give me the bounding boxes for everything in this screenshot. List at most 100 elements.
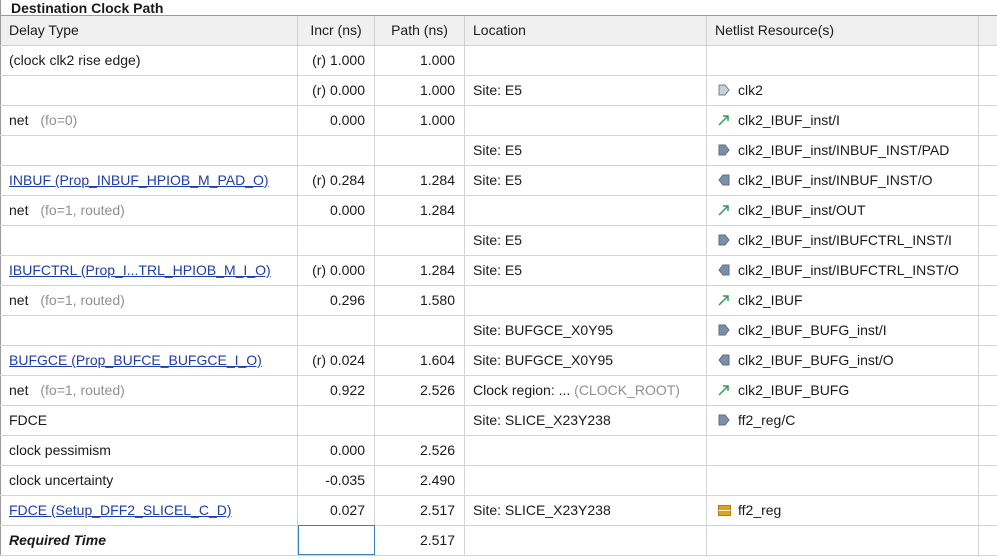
delay-type-text: (clock clk2 rise edge) — [9, 52, 141, 68]
delay-type-link[interactable]: FDCE (Setup_DFF2_SLICEL_C_D) — [2, 502, 240, 518]
table-row[interactable]: clock pessimism 0.000 2.526 — [0, 435, 997, 466]
table-row[interactable]: IBUFCTRL (Prop_I...TRL_HPIOB_M_I_O) (r) 0… — [0, 255, 997, 286]
netlist-resource-name[interactable]: clk2_IBUF_BUFG — [738, 382, 849, 398]
location-cell: Site: E5 — [464, 165, 707, 196]
delay-type-text: net — [9, 202, 29, 218]
port-icon — [717, 83, 731, 97]
table-row[interactable]: INBUF (Prop_INBUF_HPIOB_M_PAD_O) (r) 0.28… — [0, 165, 997, 196]
netlist-resource-name[interactable]: clk2_IBUF_inst/INBUF_INST/O — [738, 172, 933, 188]
location-cell: Site: SLICE_X23Y238 — [464, 405, 707, 436]
netlist-resource-name[interactable]: clk2_IBUF_inst/INBUF_INST/PAD — [738, 142, 949, 158]
path-cell — [374, 315, 465, 346]
netlist-resource-cell[interactable]: clk2_IBUF_inst/IBUFCTRL_INST/O — [706, 255, 979, 286]
netlist-resource-name[interactable]: clk2_IBUF_inst/I — [738, 112, 840, 128]
delay-type-link[interactable]: BUFGCE (Prop_BUFCE_BUFGCE_I_O) — [2, 352, 270, 368]
path-cell: 2.517 — [374, 495, 465, 526]
filler-cell — [978, 225, 997, 256]
column-header-delay-type[interactable]: Delay Type — [0, 16, 298, 46]
location-cell — [464, 45, 707, 76]
table-row[interactable]: Site: E5 clk2_IBUF_inst/INBUF_INST/PAD — [0, 135, 997, 166]
netlist-resource-cell[interactable]: clk2_IBUF_inst/IBUFCTRL_INST/I — [706, 225, 979, 256]
table-row[interactable]: Site: E5 clk2_IBUF_inst/IBUFCTRL_INST/I — [0, 225, 997, 256]
table-row[interactable]: FDCE Site: SLICE_X23Y238 ff2_reg/C — [0, 405, 997, 436]
incr-cell: (r) 0.284 — [297, 165, 375, 196]
output-pin-icon — [717, 263, 731, 277]
table-row[interactable]: BUFGCE (Prop_BUFCE_BUFGCE_I_O) (r) 0.024 1… — [0, 345, 997, 376]
delay-type-cell[interactable]: BUFGCE (Prop_BUFCE_BUFGCE_I_O) — [0, 345, 298, 376]
netlist-resource-cell[interactable]: ff2_reg/C — [706, 405, 979, 436]
netlist-resource-cell[interactable]: clk2_IBUF_BUFG_inst/O — [706, 345, 979, 376]
column-header-path[interactable]: Path (ns) — [374, 16, 465, 46]
filler-cell — [978, 135, 997, 166]
column-header-incr[interactable]: Incr (ns) — [297, 16, 375, 46]
netlist-resource-name[interactable]: clk2_IBUF_BUFG_inst/O — [738, 352, 894, 368]
net-icon — [717, 293, 731, 307]
path-cell — [374, 135, 465, 166]
table-row[interactable]: (r) 0.000 1.000 Site: E5 clk2 — [0, 75, 997, 106]
netlist-resource-name[interactable]: ff2_reg/C — [738, 412, 795, 428]
delay-type-cell[interactable]: INBUF (Prop_INBUF_HPIOB_M_PAD_O) — [0, 165, 298, 196]
location-cell — [464, 105, 707, 136]
netlist-resource-cell[interactable]: clk2_IBUF_inst/I — [706, 105, 979, 136]
delay-type-text — [2, 232, 18, 248]
netlist-resource-name[interactable]: ff2_reg — [738, 502, 781, 518]
netlist-resource-cell[interactable]: clk2_IBUF_inst/OUT — [706, 195, 979, 226]
netlist-resource-name[interactable]: clk2_IBUF_inst/OUT — [738, 202, 866, 218]
input-pin-icon — [717, 143, 731, 157]
table-row[interactable]: clock uncertainty -0.035 2.490 — [0, 465, 997, 496]
net-icon — [717, 383, 731, 397]
location-cell: Site: E5 — [464, 225, 707, 256]
table-row[interactable]: Site: BUFGCE_X0Y95 clk2_IBUF_BUFG_inst/I — [0, 315, 997, 346]
column-header-location[interactable]: Location — [464, 16, 707, 46]
incr-cell: (r) 1.000 — [297, 45, 375, 76]
delay-type-cell: (clock clk2 rise edge) — [0, 45, 298, 76]
table-row[interactable]: (clock clk2 rise edge) (r) 1.000 1.000 — [0, 45, 997, 76]
location-cell — [464, 465, 707, 496]
netlist-resource-cell[interactable]: clk2 — [706, 75, 979, 106]
filler-cell — [978, 285, 997, 316]
netlist-resource-name[interactable]: clk2_IBUF_inst/IBUFCTRL_INST/I — [738, 232, 952, 248]
delay-type-cell: net (fo=0) — [0, 105, 298, 136]
delay-type-link[interactable]: IBUFCTRL (Prop_I...TRL_HPIOB_M_I_O) — [2, 262, 279, 278]
incr-cell: (r) 0.024 — [297, 345, 375, 376]
location-cell — [464, 525, 707, 556]
table-row[interactable]: net (fo=1, routed) 0.000 1.284 clk2_IBUF_in… — [0, 195, 997, 226]
netlist-resource-cell[interactable]: clk2_IBUF_BUFG_inst/I — [706, 315, 979, 346]
table-row[interactable]: Required Time 2.517 — [0, 525, 997, 556]
incr-cell: 0.000 — [297, 195, 375, 226]
output-pin-icon — [717, 173, 731, 187]
netlist-resource-name[interactable]: clk2_IBUF — [738, 292, 803, 308]
netlist-resource-cell[interactable]: ff2_reg — [706, 495, 979, 526]
filler-cell — [978, 495, 997, 526]
incr-cell: 0.296 — [297, 285, 375, 316]
netlist-resource-cell[interactable]: clk2_IBUF_inst/INBUF_INST/PAD — [706, 135, 979, 166]
delay-type-cell: net (fo=1, routed) — [0, 285, 298, 316]
delay-type-cell: Required Time — [0, 525, 298, 556]
filler-cell — [978, 435, 997, 466]
table-row[interactable]: net (fo=1, routed) 0.296 1.580 clk2_IBUF — [0, 285, 997, 316]
netlist-resource-cell[interactable]: clk2_IBUF_inst/INBUF_INST/O — [706, 165, 979, 196]
location-cell — [464, 195, 707, 226]
path-cell: 1.000 — [374, 45, 465, 76]
netlist-resource-cell[interactable]: clk2_IBUF_BUFG — [706, 375, 979, 406]
filler-cell — [978, 405, 997, 436]
delay-type-cell[interactable]: IBUFCTRL (Prop_I...TRL_HPIOB_M_I_O) — [0, 255, 298, 286]
location-cell — [464, 435, 707, 466]
table-row[interactable]: FDCE (Setup_DFF2_SLICEL_C_D) 0.027 2.517 Si… — [0, 495, 997, 526]
incr-cell: -0.035 — [297, 465, 375, 496]
table-row[interactable]: net (fo=0) 0.000 1.000 clk2_IBUF_inst/I — [0, 105, 997, 136]
incr-cell: 0.000 — [297, 105, 375, 136]
netlist-resource-name[interactable]: clk2_IBUF_BUFG_inst/I — [738, 322, 887, 338]
location-cell: Site: SLICE_X23Y238 — [464, 495, 707, 526]
netlist-resource-name[interactable]: clk2_IBUF_inst/IBUFCTRL_INST/O — [738, 262, 959, 278]
netlist-resource-name[interactable]: clk2 — [738, 82, 763, 98]
column-header-netlist-resources[interactable]: Netlist Resource(s) — [706, 16, 979, 46]
path-cell: 2.526 — [374, 375, 465, 406]
netlist-resource-cell[interactable]: clk2_IBUF — [706, 285, 979, 316]
delay-type-cell[interactable]: FDCE (Setup_DFF2_SLICEL_C_D) — [0, 495, 298, 526]
path-cell — [374, 405, 465, 436]
table-row[interactable]: net (fo=1, routed) 0.922 2.526 Clock region… — [0, 375, 997, 406]
delay-type-text: clock uncertainty — [9, 472, 114, 488]
delay-type-link[interactable]: INBUF (Prop_INBUF_HPIOB_M_PAD_O) — [2, 172, 277, 188]
fanout-note: (fo=0) — [36, 112, 78, 128]
